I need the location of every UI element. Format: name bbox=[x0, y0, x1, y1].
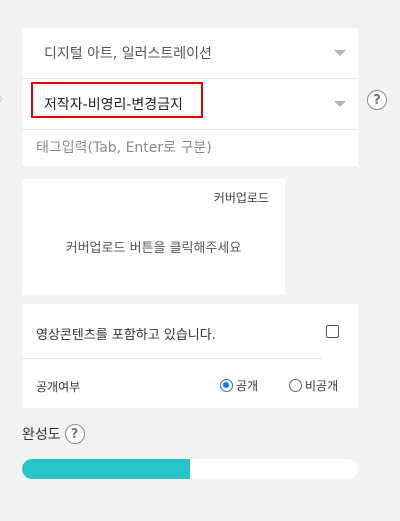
radio-checked-icon[interactable] bbox=[220, 379, 233, 392]
license-highlight-box bbox=[31, 82, 203, 118]
progress-label: 완성도 bbox=[22, 427, 61, 443]
options-panel: 영상콘텐츠를 포함하고 있습니다. 공개여부 공개 비공개 bbox=[22, 304, 358, 408]
visibility-option-label: 공개 bbox=[236, 379, 259, 393]
divider bbox=[22, 358, 322, 359]
progress-bar-fill bbox=[22, 459, 190, 479]
help-icon[interactable]: ? bbox=[367, 90, 387, 110]
cover-upload-area: 커버업로드 커버업로드 버튼을 클릭해주세요 bbox=[22, 179, 285, 295]
cover-upload-hint: 커버업로드 버튼을 클릭해주세요 bbox=[65, 241, 242, 256]
category-select[interactable]: 디지털 아트, 일러스트레이션 bbox=[22, 28, 358, 78]
video-content-checkbox[interactable] bbox=[326, 325, 339, 338]
visibility-option-private[interactable]: 비공개 bbox=[289, 377, 338, 394]
visibility-option-label: 비공개 bbox=[305, 379, 339, 393]
help-icon[interactable]: ? bbox=[64, 424, 85, 444]
tag-input[interactable] bbox=[22, 130, 358, 166]
progress-bar bbox=[22, 459, 358, 479]
chevron-down-icon bbox=[334, 50, 346, 56]
video-content-label: 영상콘텐츠를 포함하고 있습니다. bbox=[36, 328, 216, 343]
progress-section-title: 완성도 ? bbox=[22, 424, 85, 444]
visibility-option-public[interactable]: 공개 bbox=[220, 377, 258, 394]
edge-indicator bbox=[0, 96, 2, 102]
chevron-down-icon bbox=[334, 101, 346, 107]
category-select-value: 디지털 아트, 일러스트레이션 bbox=[44, 46, 212, 62]
visibility-label: 공개여부 bbox=[36, 380, 81, 394]
cover-upload-button[interactable]: 커버업로드 bbox=[214, 189, 269, 206]
radio-unchecked-icon[interactable] bbox=[289, 379, 302, 392]
